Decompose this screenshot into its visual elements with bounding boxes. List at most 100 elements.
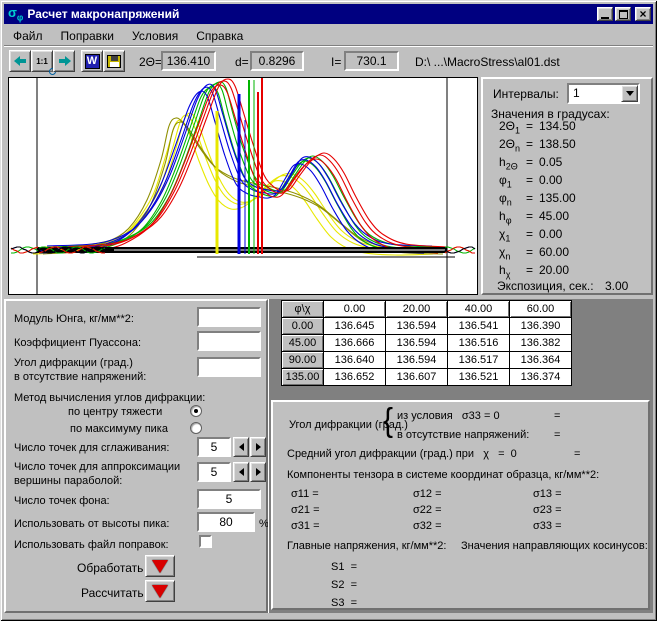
menu-conditions[interactable]: Условия — [123, 27, 187, 45]
approx-decrement-button[interactable] — [233, 462, 249, 482]
diffraction-angle-label-1: Угол дифракции (град.) — [14, 357, 133, 369]
minimize-button[interactable] — [597, 7, 613, 21]
method-label: Метод вычисления углов дифракции: — [14, 392, 205, 404]
angles-table: φ\χ 0.00 20.00 40.00 60.00 0.00 136.645 … — [281, 300, 572, 386]
table-row: 0.00 136.645 136.594 136.541 136.390 — [282, 318, 572, 335]
calculate-label: Рассчитать — [81, 586, 144, 600]
poisson-label: Коэффициент Пуассона: — [14, 337, 141, 349]
chevron-down-icon — [626, 91, 634, 96]
sigma31-label: σ31 = — [291, 520, 320, 532]
s3-label: S3 = — [331, 597, 357, 609]
sigma23-label: σ23 = — [533, 504, 562, 516]
intervals-combo[interactable]: 1 — [567, 83, 640, 104]
menu-corrections[interactable]: Поправки — [52, 27, 123, 45]
app-window: σφ Расчет макронапряжений × Файл Поправк… — [0, 0, 657, 621]
smoothing-input[interactable] — [197, 437, 231, 457]
title-bar[interactable]: σφ Расчет макронапряжений × — [4, 4, 653, 24]
corrections-file-label: Использовать файл поправок: — [14, 539, 169, 551]
sigma33-label: σ33 = — [533, 520, 562, 532]
mean-angle-label: Средний угол дифракции (град.) при χ = 0 — [287, 448, 517, 460]
condition-line-1: из условия σ33 = 0 — [397, 410, 500, 422]
arrow-left-icon — [239, 443, 244, 451]
red-down-triangle-icon — [152, 560, 168, 573]
app-icon: σφ — [8, 5, 23, 23]
chart-canvas — [9, 78, 477, 294]
d-label: d= — [235, 55, 249, 69]
arrow-left-icon — [14, 56, 27, 66]
two-theta-label: 2Θ= — [139, 55, 162, 69]
value-row-chi1: χ1=0.00 — [499, 227, 562, 243]
brace: { — [383, 400, 393, 442]
menu-help[interactable]: Справка — [187, 27, 252, 45]
condition-line-2: в отсутствие напряжений: — [397, 429, 529, 441]
word-export-button[interactable]: W — [81, 50, 103, 72]
s2-label: S2 = — [331, 579, 357, 591]
approx-input[interactable] — [197, 462, 231, 482]
peak-height-label: Использовать от высоты пика: — [14, 518, 169, 530]
calculate-button[interactable] — [145, 580, 175, 602]
exposure-value: 3.00 — [605, 279, 628, 293]
smoothing-label: Число точек для сглаживания: — [14, 442, 169, 454]
value-row-phin: φn=135.00 — [499, 191, 576, 207]
toolbar: 1:1 W 2Θ= 136.410 d= 0.8296 I= 730.1 D:\… — [4, 47, 653, 76]
sigma11-label: σ11 = — [291, 488, 319, 500]
results-area: φ\χ 0.00 20.00 40.00 60.00 0.00 136.645 … — [268, 299, 653, 613]
principal-stress-title: Главные напряжения, кг/мм**2: — [287, 540, 446, 552]
arrow-right-icon — [256, 468, 261, 476]
minimize-icon — [601, 17, 609, 19]
arrow-right-icon — [256, 443, 261, 451]
method-option-peak-radio[interactable] — [190, 422, 202, 434]
file-path: D:\ ...\MacroStress\al01.dst — [415, 55, 560, 69]
table-corner-cell: φ\χ — [282, 301, 324, 318]
floppy-disk-icon — [107, 55, 121, 68]
corrections-file-checkbox[interactable] — [199, 535, 212, 548]
maximize-icon — [619, 10, 628, 19]
parameters-panel: Модуль Юнга, кг/мм**2: Коэффициент Пуасс… — [4, 299, 268, 613]
s1-label: S1 = — [331, 561, 357, 573]
sigma21-label: σ21 = — [291, 504, 320, 516]
next-button[interactable] — [53, 50, 75, 72]
approx-increment-button[interactable] — [250, 462, 266, 482]
background-points-label: Число точек фона: — [14, 495, 110, 507]
peak-height-input[interactable] — [197, 512, 255, 532]
close-icon: × — [639, 9, 646, 19]
background-points-input[interactable] — [197, 489, 261, 509]
value-row-hchi: hχ=20.00 — [499, 263, 569, 279]
process-label: Обработать — [77, 561, 143, 575]
cosines-title: Значения направляющих косинусов: — [461, 540, 648, 552]
poisson-input[interactable] — [197, 331, 261, 351]
diffraction-angle-label-2: в отсутствие напряжений: — [14, 371, 146, 383]
young-modulus-label: Модуль Юнга, кг/мм**2: — [14, 313, 134, 325]
method-option-centroid-radio[interactable] — [190, 405, 202, 417]
menu-file[interactable]: Файл — [4, 27, 52, 45]
tensor-results-panel: Угол дифракции (град.) { из условия σ33 … — [271, 400, 650, 610]
smoothing-increment-button[interactable] — [250, 437, 266, 457]
process-button[interactable] — [145, 555, 175, 577]
smoothing-decrement-button[interactable] — [233, 437, 249, 457]
combo-dropdown-button[interactable] — [621, 85, 638, 102]
exposure-label: Экспозиция, сек.: — [497, 279, 594, 293]
diffraction-angle-input[interactable] — [197, 357, 261, 377]
table-header-row: φ\χ 0.00 20.00 40.00 60.00 — [282, 301, 572, 318]
sigma12-label: σ12 = — [413, 488, 442, 500]
approx-label-2: вершины параболой: — [14, 475, 122, 487]
approx-label-1: Число точек для аппроксимации — [14, 461, 180, 473]
maximize-button[interactable] — [615, 7, 631, 21]
diffraction-chart[interactable] — [8, 77, 478, 295]
prev-button[interactable] — [9, 50, 31, 72]
young-modulus-input[interactable] — [197, 307, 261, 327]
sigma13-label: σ13 = — [533, 488, 562, 500]
intervals-panel: Интервалы: 1 Значения в градусах: 2Θ1=13… — [481, 77, 653, 295]
value-row-hphi: hφ=45.00 — [499, 209, 569, 225]
save-button[interactable] — [103, 50, 125, 72]
value-row-2thetan: 2Θn=138.50 — [499, 137, 576, 153]
sigma32-label: σ32 = — [413, 520, 442, 532]
method-option-peak-label: по максимуму пика — [70, 423, 168, 435]
intervals-label: Интервалы: — [493, 87, 559, 101]
i-label: I= — [331, 55, 341, 69]
word-icon: W — [85, 54, 100, 69]
close-button[interactable]: × — [635, 7, 651, 21]
sigma22-label: σ22 = — [413, 504, 442, 516]
zoom-reset-button[interactable]: 1:1 — [31, 50, 53, 72]
window-title: Расчет макронапряжений — [27, 7, 597, 21]
